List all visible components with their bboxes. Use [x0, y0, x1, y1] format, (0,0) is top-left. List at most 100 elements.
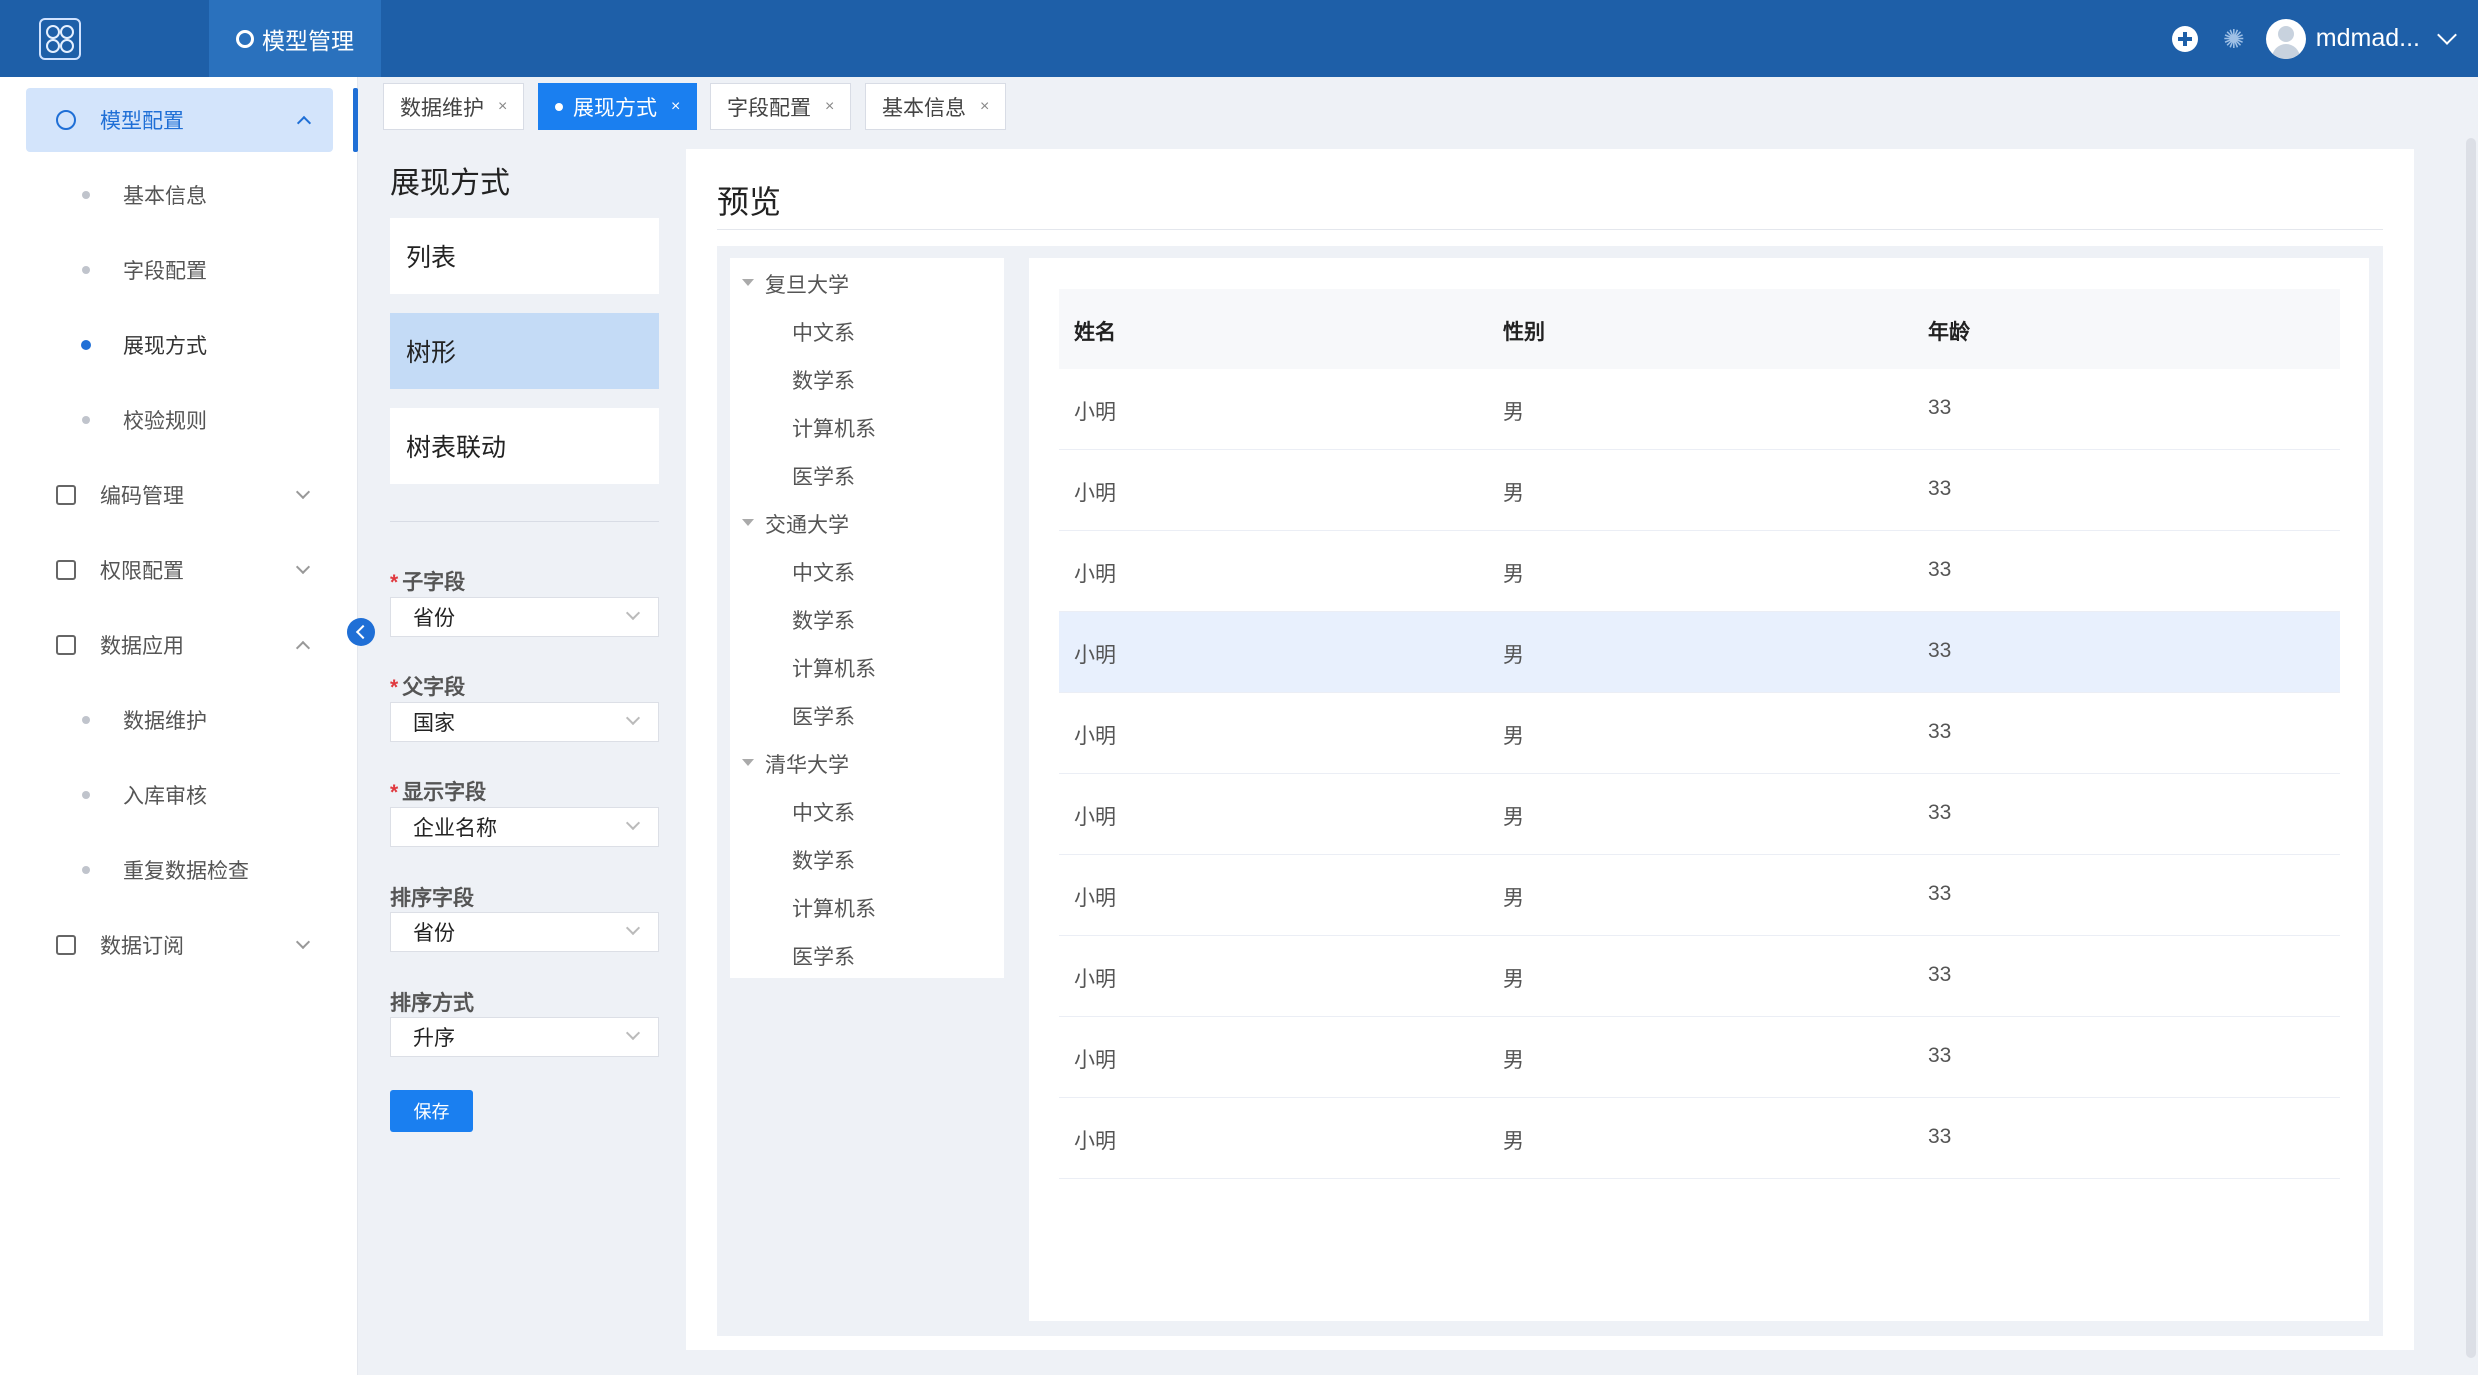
sidebar-item-field-config[interactable]: 字段配置: [0, 238, 358, 302]
tree-node[interactable]: 数学系: [792, 838, 855, 882]
table-cell: 男: [1503, 1130, 1524, 1153]
table-row[interactable]: [1059, 855, 2340, 936]
logo-shape: [60, 25, 74, 39]
tree-node[interactable]: 计算机系: [792, 646, 876, 690]
tab-basic-info[interactable]: 基本信息 ×: [865, 83, 1007, 130]
sidebar-item-label: 权限配置: [100, 560, 184, 583]
column-header-gender[interactable]: 性别: [1503, 316, 1545, 346]
ai-assistant-icon[interactable]: ✺: [2220, 25, 2248, 53]
table-row[interactable]: [1059, 531, 2340, 612]
sidebar-item-display-mode[interactable]: 展现方式: [0, 313, 358, 377]
table-cell: 男: [1503, 401, 1524, 424]
vertical-scrollbar[interactable]: [2466, 138, 2476, 1358]
caret-down-icon[interactable]: [742, 519, 754, 526]
sidebar-item-permission-config[interactable]: 权限配置: [0, 538, 358, 602]
table-cell: 33: [1928, 1125, 1952, 1148]
table-row[interactable]: [1059, 774, 2340, 855]
preview-tree: 复旦大学 中文系 数学系 计算机系 医学系 交通大学 中文系 数学系 计算机系 …: [730, 258, 1004, 978]
sidebar-item-data-maintenance[interactable]: 数据维护: [0, 688, 358, 752]
table-row-highlighted[interactable]: [1059, 612, 2340, 693]
sidebar-item-code-management[interactable]: 编码管理: [0, 463, 358, 527]
sidebar-item-label: 编码管理: [100, 485, 184, 508]
tree-node[interactable]: 中文系: [792, 790, 855, 834]
top-nav-label: 模型管理: [262, 27, 354, 54]
close-icon[interactable]: ×: [671, 98, 680, 116]
parent-field-select[interactable]: 国家: [390, 702, 659, 742]
tree-node-label: 清华大学: [765, 754, 849, 777]
user-name[interactable]: mdmad...: [2316, 24, 2420, 53]
sidebar-item-duplicate-check[interactable]: 重复数据检查: [0, 838, 358, 902]
tree-node[interactable]: 计算机系: [792, 406, 876, 450]
sidebar-item-data-subscription[interactable]: 数据订阅: [0, 913, 358, 977]
logo-icon[interactable]: [39, 18, 81, 60]
table-row[interactable]: [1059, 450, 2340, 531]
tree-node[interactable]: 计算机系: [792, 886, 876, 930]
table-cell: 男: [1503, 887, 1524, 910]
collapse-sidebar-button[interactable]: [347, 618, 375, 646]
table-cell: 33: [1928, 1044, 1952, 1067]
table-cell: 33: [1928, 963, 1952, 986]
table-cell: 男: [1503, 563, 1524, 586]
column-header-age[interactable]: 年龄: [1928, 316, 1970, 346]
mode-option-tree-table[interactable]: 树表联动: [390, 408, 659, 484]
child-field-select[interactable]: 省份: [390, 597, 659, 637]
tree-node-fudan[interactable]: 复旦大学: [742, 262, 849, 306]
tab-field-config[interactable]: 字段配置 ×: [710, 83, 852, 130]
avatar[interactable]: [2265, 18, 2306, 59]
display-field-select[interactable]: 企业名称: [390, 807, 659, 847]
tree-node[interactable]: 医学系: [792, 694, 855, 738]
sidebar-item-label: 数据应用: [100, 635, 184, 658]
table-row[interactable]: [1059, 1017, 2340, 1098]
table-row[interactable]: [1059, 1098, 2340, 1179]
table-cell: 男: [1503, 968, 1524, 991]
close-icon[interactable]: ×: [825, 98, 834, 116]
sort-field-select[interactable]: 省份: [390, 912, 659, 952]
close-icon[interactable]: ×: [498, 98, 507, 116]
tree-node[interactable]: 中文系: [792, 310, 855, 354]
mode-option-list[interactable]: 列表: [390, 218, 659, 294]
tree-node[interactable]: 数学系: [792, 598, 855, 642]
close-icon[interactable]: ×: [980, 98, 989, 116]
table-row[interactable]: [1059, 369, 2340, 450]
top-nav-model-management[interactable]: 模型管理: [209, 0, 381, 77]
tree-node[interactable]: 数学系: [792, 358, 855, 402]
sort-order-label: 排序方式: [390, 992, 474, 1015]
tab-display-mode[interactable]: 展现方式 ×: [538, 83, 698, 130]
sidebar-item-model-config[interactable]: 模型配置: [26, 88, 333, 152]
tree-node[interactable]: 医学系: [792, 454, 855, 498]
tree-node[interactable]: 中文系: [792, 550, 855, 594]
tab-label: 字段配置: [727, 96, 811, 120]
caret-down-icon[interactable]: [742, 759, 754, 766]
table-row[interactable]: [1059, 693, 2340, 774]
tree-node-tsinghua[interactable]: 清华大学: [742, 742, 849, 786]
grid-icon: [56, 635, 76, 655]
top-bar-right: ✺ mdmad...: [2171, 0, 2478, 77]
top-bar: 模型管理 ✺ mdmad...: [0, 0, 2478, 77]
sidebar-item-storage-review[interactable]: 入库审核: [0, 763, 358, 827]
divider: [717, 229, 2383, 230]
select-value: 升序: [413, 1027, 455, 1050]
tab-data-maintenance[interactable]: 数据维护 ×: [383, 83, 525, 130]
sidebar-item-label: 重复数据检查: [123, 860, 249, 883]
sidebar-item-data-application[interactable]: 数据应用: [0, 613, 358, 677]
table-cell: 小明: [1074, 968, 1116, 991]
select-value: 省份: [413, 922, 455, 945]
mode-option-tree[interactable]: 树形: [390, 313, 659, 389]
caret-down-icon[interactable]: [742, 279, 754, 286]
column-header-name[interactable]: 姓名: [1074, 316, 1116, 346]
table-row[interactable]: [1059, 936, 2340, 1017]
preview-title: 预览: [717, 184, 782, 220]
bullet-icon: [82, 416, 90, 424]
divider: [390, 521, 659, 522]
tree-node-jiaotong[interactable]: 交通大学: [742, 502, 849, 546]
sort-order-select[interactable]: 升序: [390, 1017, 659, 1057]
chevron-down-icon[interactable]: [2437, 24, 2457, 45]
sidebar-item-basic-info[interactable]: 基本信息: [0, 163, 358, 227]
sidebar-item-validation-rules[interactable]: 校验规则: [0, 388, 358, 452]
select-value: 企业名称: [413, 817, 497, 840]
tab-label: 展现方式: [573, 96, 657, 120]
plus-circle-icon[interactable]: [2171, 25, 2198, 52]
save-button[interactable]: 保存: [390, 1090, 473, 1132]
sidebar-active-indicator: [353, 88, 358, 152]
tree-node[interactable]: 医学系: [792, 934, 855, 978]
